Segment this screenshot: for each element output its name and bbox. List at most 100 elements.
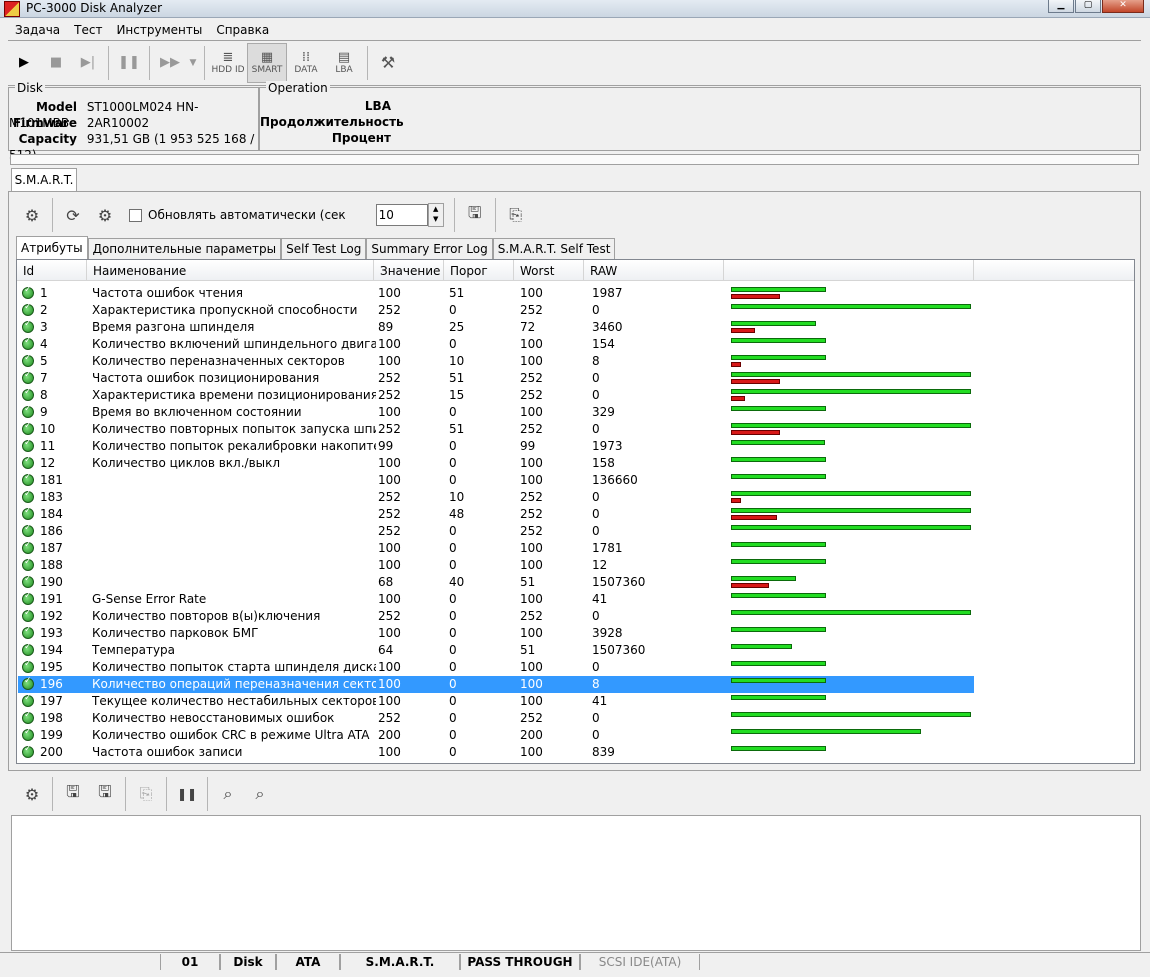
find-button[interactable]: ⌕ [212, 778, 244, 810]
status-ok-icon [22, 523, 34, 537]
status-pass-through: PASS THROUGH [460, 954, 580, 970]
menu-help[interactable]: Справка [209, 19, 276, 39]
smart-button[interactable]: ▦ SMART [247, 43, 287, 83]
log-save-button[interactable]: 🖫 [57, 778, 89, 810]
minimize-button[interactable]: ▁ [1048, 0, 1074, 13]
stop-button[interactable]: ■ [40, 44, 72, 82]
spin-up-icon[interactable]: ▲ [429, 204, 443, 214]
table-row[interactable]: 5 Количество переназначенных секторов 100 1… [18, 353, 974, 370]
table-row[interactable]: 1 Частота ошибок чтения 100 51 100 1987 [18, 285, 974, 302]
table-row[interactable]: 196 Количество операций переназначения се… [18, 676, 974, 693]
table-row[interactable]: 184 252 48 252 0 [18, 506, 974, 523]
skip-dropdown[interactable]: ▼ [186, 44, 200, 82]
table-row[interactable]: 199 Количество ошибок CRC в режиме Ultra … [18, 727, 974, 744]
table-row[interactable]: 9 Время во включенном состоянии 100 0 100 329 [18, 404, 974, 421]
status-ok-icon [22, 404, 34, 418]
table-row[interactable]: 198 Количество невосстановимых ошибок 252 0… [18, 710, 974, 727]
table-row[interactable]: 195 Количество попыток старта шпинделя ди… [18, 659, 974, 676]
table-row[interactable]: 12 Количество циклов вкл./выкл 100 0 100 158 [18, 455, 974, 472]
hdd-id-button[interactable]: ≣ HDD ID [209, 44, 247, 82]
menu-task[interactable]: Задача [8, 19, 67, 39]
auto-update-checkbox[interactable] [129, 208, 142, 222]
cell-raw: 8 [592, 677, 600, 691]
close-button[interactable]: ✕ [1102, 0, 1144, 13]
lba-button[interactable]: ▤ LBA [325, 44, 363, 82]
table-row[interactable]: 10 Количество повторных попыток запуска ш… [18, 421, 974, 438]
table-row[interactable]: 3 Время разгона шпинделя 89 25 72 3460 [18, 319, 974, 336]
col-raw[interactable]: RAW [584, 260, 724, 280]
log-pause-button[interactable]: ❚❚ [171, 778, 203, 810]
tab-self-test-log[interactable]: Self Test Log [281, 238, 367, 259]
col-value[interactable]: Значение [374, 260, 444, 280]
tools-icon: ⚒ [380, 53, 396, 72]
table-row[interactable]: 200 Частота ошибок записи 100 0 100 839 [18, 744, 974, 761]
table-row[interactable]: 193 Количество парковок БМГ 100 0 100 3928 [18, 625, 974, 642]
cell-value: 100 [378, 354, 401, 368]
read-smart-button[interactable]: ⚙ [16, 199, 48, 231]
maximize-button[interactable]: ▢ [1075, 0, 1101, 13]
table-row[interactable]: 192 Количество повторов в(ы)ключения 252 0 2… [18, 608, 974, 625]
table-row[interactable]: 11 Количество попыток рекалибровки накопи… [18, 438, 974, 455]
table-row[interactable]: 197 Текущее количество нестабильных секто… [18, 693, 974, 710]
refresh-smart-button[interactable]: ⟳ [57, 199, 89, 231]
log-area[interactable] [11, 815, 1141, 951]
data-button[interactable]: ⁞⁞ DATA [287, 44, 325, 82]
table-row[interactable]: 7 Частота ошибок позиционирования 252 51 252… [18, 370, 974, 387]
log-settings-button[interactable]: ⚙ [16, 778, 48, 810]
skip-forward-button[interactable]: ▶▶ [154, 44, 186, 82]
table-row[interactable]: 194 Температура 64 0 51 1507360 [18, 642, 974, 659]
cell-worst: 100 [520, 541, 543, 555]
operation-legend: Operation [266, 81, 330, 95]
save-report-button[interactable]: 🖫 [459, 199, 491, 231]
cell-value: 89 [378, 320, 394, 334]
stop-icon: ■ [49, 55, 63, 70]
smart-icon: ▦ [260, 50, 274, 65]
find-next-button[interactable]: ⌕ [244, 778, 276, 810]
menu-test[interactable]: Тест [67, 19, 109, 39]
tab-smart[interactable]: S.M.A.R.T. [11, 168, 77, 191]
table-row[interactable]: 181 100 0 100 136660 [18, 472, 974, 489]
copy-icon: ⎘ [509, 205, 523, 224]
menu-tools[interactable]: Инструменты [109, 19, 209, 39]
table-row[interactable]: 186 252 0 252 0 [18, 523, 974, 540]
tools-button[interactable]: ⚒ [372, 44, 404, 82]
status-ata: ATA [276, 954, 340, 970]
cell-value: 100 [378, 592, 401, 606]
table-row[interactable]: 190 68 40 51 1507360 [18, 574, 974, 591]
col-id[interactable]: Id [17, 260, 87, 280]
table-row[interactable]: 8 Характеристика времени позиционирования… [18, 387, 974, 404]
table-row[interactable]: 2 Характеристика пропускной способности 25… [18, 302, 974, 319]
cell-raw: 0 [592, 711, 600, 725]
cell-threshold: 0 [449, 694, 457, 708]
log-save-as-button[interactable]: 🖫 [89, 778, 121, 810]
status-ok-icon [22, 557, 34, 571]
log-copy-button[interactable]: ⎘ [130, 778, 162, 810]
cell-worst: 252 [520, 303, 543, 317]
tab-summary-error-log[interactable]: Summary Error Log [366, 238, 493, 259]
threshold-bar [731, 515, 777, 520]
col-name[interactable]: Наименование [87, 260, 374, 280]
cell-value: 64 [378, 643, 394, 657]
start-button[interactable]: ▶ [8, 44, 40, 82]
interval-value: 10 [378, 208, 394, 222]
smart-settings-button[interactable]: ⚙ [89, 199, 121, 231]
spin-down-icon[interactable]: ▼ [429, 214, 443, 224]
tab-extra-params[interactable]: Дополнительные параметры [87, 238, 282, 259]
copy-button[interactable]: ⎘ [500, 199, 532, 231]
col-threshold[interactable]: Порог [444, 260, 514, 280]
tab-attributes[interactable]: Атрибуты [16, 236, 88, 259]
pause-button[interactable]: ❚❚ [113, 44, 145, 82]
table-row[interactable]: 187 100 0 100 1781 [18, 540, 974, 557]
col-worst[interactable]: Worst [514, 260, 584, 280]
table-row[interactable]: 188 100 0 100 12 [18, 557, 974, 574]
interval-input[interactable]: 10 [375, 204, 428, 226]
table-row[interactable]: 183 252 10 252 0 [18, 489, 974, 506]
cell-id: 198 [40, 711, 63, 725]
next-step-button[interactable]: ▶| [72, 44, 104, 82]
tab-smart-self-test[interactable]: S.M.A.R.T. Self Test [492, 238, 616, 259]
table-row[interactable]: 191 G-Sense Error Rate 100 0 100 41 [18, 591, 974, 608]
status-ok-icon [22, 370, 34, 384]
interval-stepper[interactable]: ▲ ▼ [427, 203, 444, 227]
cell-threshold: 0 [449, 728, 457, 742]
table-row[interactable]: 4 Количество включений шпиндельного двига… [18, 336, 974, 353]
